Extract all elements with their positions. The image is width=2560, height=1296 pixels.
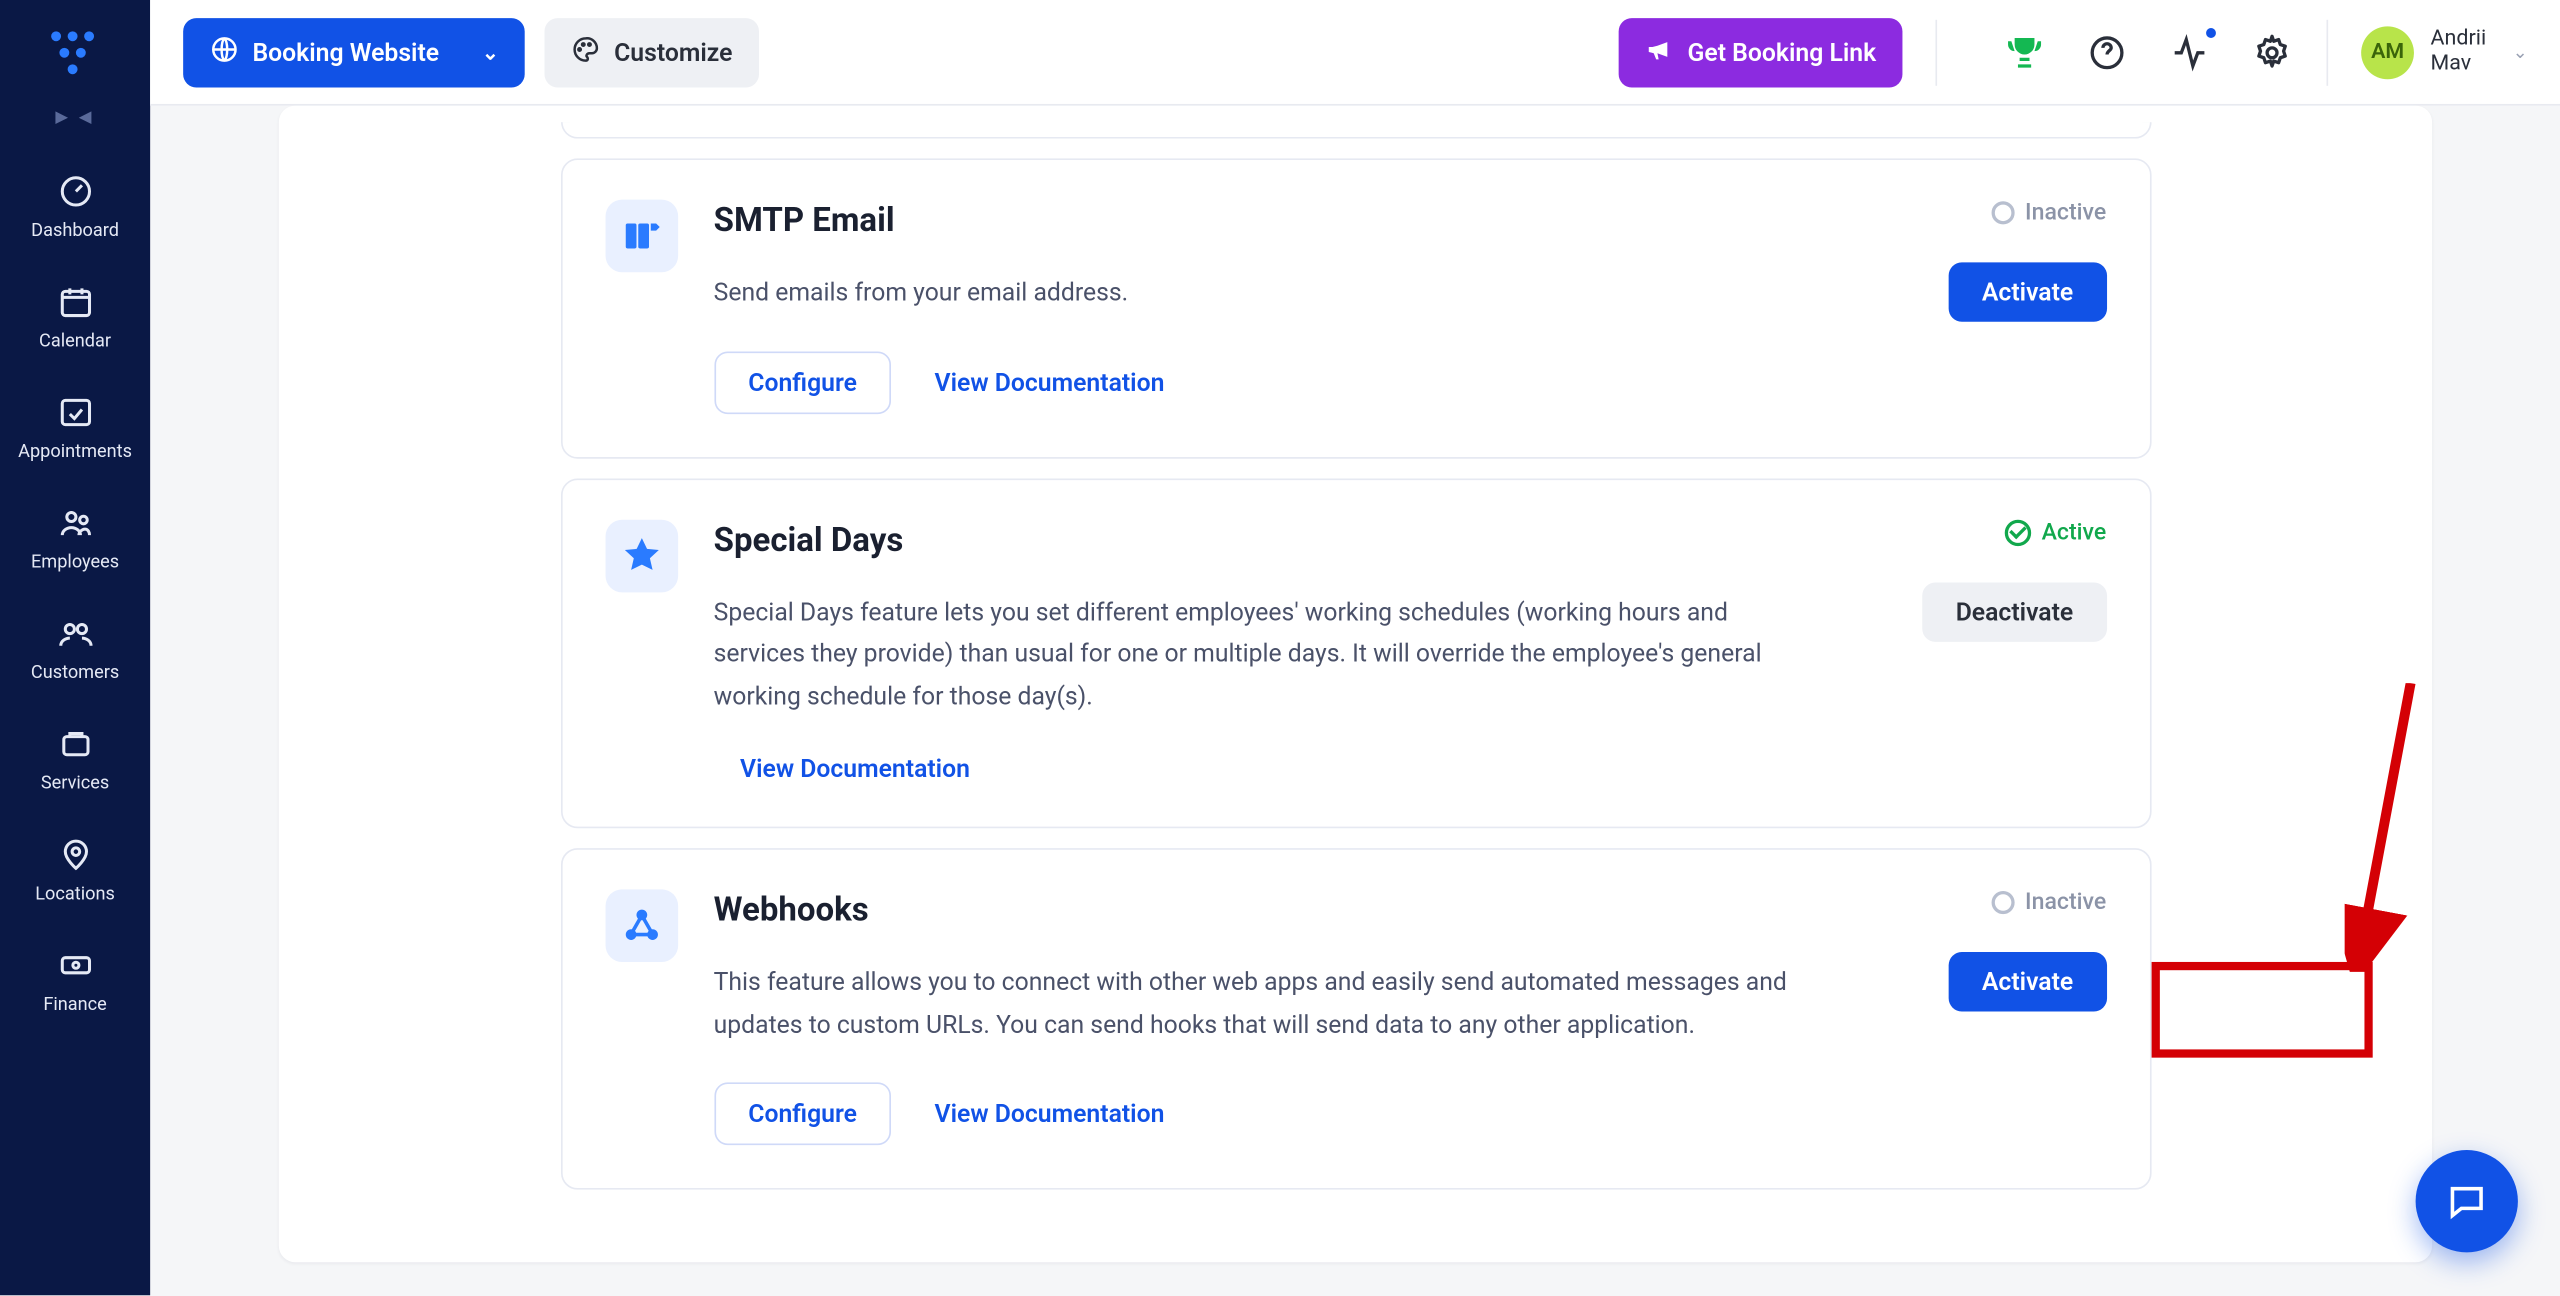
gear-icon[interactable] [2251,31,2294,74]
star-icon [605,519,678,592]
circle-icon [1992,201,2015,224]
circle-icon [1992,891,2015,914]
topbar: Booking Website ⌄ Customize Get Booking … [150,0,2560,106]
sidebar-item-employees[interactable]: Employees [0,488,150,589]
status-badge: Inactive [1992,889,2106,915]
check-circle-icon [2005,519,2031,545]
sidebar-item-appointments[interactable]: Appointments [0,378,150,479]
card-description: Special Days feature lets you set differ… [714,592,1820,718]
feature-card-smtp-email: SMTP Email Inactive Activate Send emails… [560,158,2151,457]
user-name-line1: Andrii [2431,27,2487,52]
sidebar-item-locations[interactable]: Locations [0,820,150,921]
services-icon [57,726,93,762]
divider [2327,19,2329,85]
previous-card-edge [560,122,2151,138]
configure-button[interactable]: Configure [714,351,892,414]
card-title: Special Days [714,519,904,559]
trophy-icon[interactable] [2003,31,2046,74]
employees-icon [57,505,93,541]
help-icon[interactable] [2086,31,2129,74]
user-menu[interactable]: AM Andrii Mav ⌄ [2361,26,2528,79]
customers-icon [57,615,93,651]
gauge-icon [57,173,93,209]
status-text: Active [2042,519,2107,545]
status-text: Inactive [2025,889,2106,915]
user-name-line2: Mav [2431,52,2487,77]
card-title: Webhooks [714,889,869,929]
features-panel: SMTP Email Inactive Activate Send emails… [279,106,2432,1263]
chat-fab[interactable] [2416,1150,2518,1252]
activate-button[interactable]: Activate [1949,262,2106,321]
view-docs-link[interactable]: View Documentation [740,754,970,784]
notification-dot [2206,27,2216,37]
avatar-initials: AM [2371,40,2404,65]
deactivate-button[interactable]: Deactivate [1923,582,2107,641]
sidebar-item-label: Calendar [39,330,111,351]
palette-icon [571,34,601,70]
activate-button[interactable]: Activate [1949,952,2106,1011]
sidebar-item-dashboard[interactable]: Dashboard [0,157,150,258]
activity-icon[interactable] [2168,31,2211,74]
appointments-icon [57,394,93,430]
sidebar-item-label: Services [41,772,109,793]
divider [1936,19,1938,85]
sidebar-item-label: Appointments [18,441,132,462]
sidebar: ▶ ◀ Dashboard Calendar Appointments Empl… [0,0,150,1295]
content-area: SMTP Email Inactive Activate Send emails… [150,106,2560,1296]
webhook-icon [605,889,678,962]
card-description: Send emails from your email address. [714,272,1820,314]
button-label: Get Booking Link [1688,37,1877,67]
status-badge: Inactive [1992,200,2106,226]
card-description: This feature allows you to connect with … [714,962,1820,1046]
chevron-down-icon: ⌄ [2513,41,2528,62]
status-badge: Active [2005,519,2106,545]
sidebar-item-label: Employees [31,551,119,572]
configure-button[interactable]: Configure [714,1082,892,1145]
sidebar-collapse-toggle[interactable]: ▶ ◀ [55,109,94,127]
money-icon [57,947,93,983]
sidebar-item-calendar[interactable]: Calendar [0,267,150,368]
app-logo[interactable] [42,26,108,92]
sidebar-item-label: Customers [31,662,119,683]
button-label: Booking Website [252,37,439,67]
sidebar-item-label: Dashboard [31,219,119,240]
smtp-icon [605,200,678,273]
get-booking-link-button[interactable]: Get Booking Link [1618,17,1902,86]
megaphone-icon [1645,34,1675,70]
globe-icon [210,34,240,70]
booking-website-dropdown[interactable]: Booking Website ⌄ [183,17,525,86]
button-label: Customize [614,37,732,67]
feature-card-webhooks: Webhooks Inactive Activate This feature … [560,848,2151,1190]
sidebar-item-label: Locations [35,883,115,904]
card-title: SMTP Email [714,200,895,240]
avatar: AM [2361,26,2414,79]
calendar-icon [57,284,93,320]
sidebar-item-services[interactable]: Services [0,710,150,811]
chevron-down-icon: ⌄ [482,40,499,63]
status-text: Inactive [2025,200,2106,226]
view-docs-link[interactable]: View Documentation [935,1099,1165,1129]
feature-card-special-days: Special Days Active Deactivate Special D… [560,478,2151,829]
user-name: Andrii Mav [2431,27,2487,76]
customize-button[interactable]: Customize [545,17,759,86]
sidebar-item-finance[interactable]: Finance [0,931,150,1032]
sidebar-item-customers[interactable]: Customers [0,599,150,700]
pin-icon [57,837,93,873]
view-docs-link[interactable]: View Documentation [935,367,1165,397]
sidebar-item-label: Finance [43,993,106,1014]
